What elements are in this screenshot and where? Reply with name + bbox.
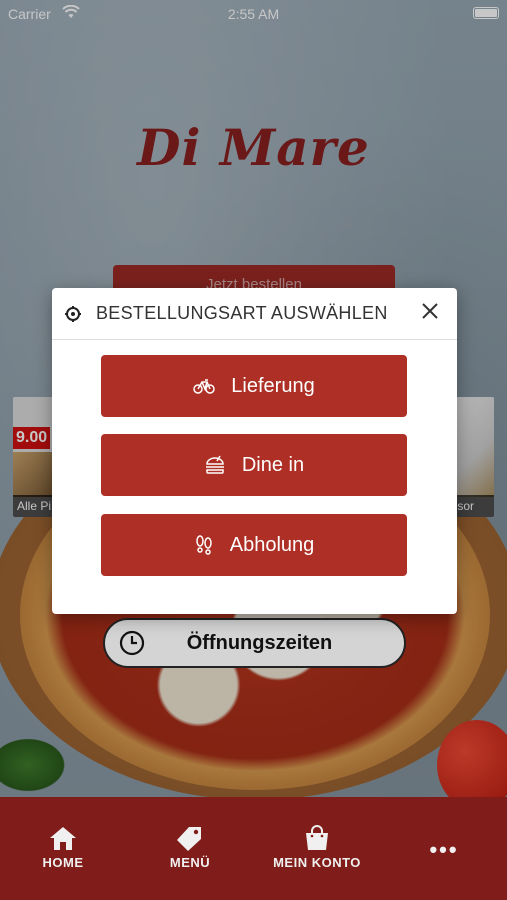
dialog-title: BESTELLUNGSART AUSWÄHLEN [96,303,388,323]
opening-hours-label: Öffnungszeiten [186,631,333,654]
pickup-option-label: Abholung [229,533,315,556]
footsteps-icon [195,535,212,555]
bicycle-icon [193,379,216,394]
tab-more[interactable]: ••• [389,837,499,863]
home-icon [50,827,76,850]
tag-icon [177,827,201,851]
delivery-option-label: Lieferung [231,374,315,397]
tab-label: MEIN KONTO [273,855,361,870]
dine-in-option-label: Dine in [241,453,305,476]
dialog-header: BESTELLUNGSART AUSWÄHLEN [52,288,457,340]
shopping-bag-icon [306,825,328,850]
bottom-tab-bar: HOME MENÜ MEIN KONTO ••• [0,797,507,900]
opening-hours-button[interactable]: Öffnungszeiten [103,618,406,668]
delivery-option-button[interactable]: Lieferung [101,355,407,417]
pickup-option-button[interactable]: Abholung [101,514,407,576]
close-icon[interactable] [419,300,441,322]
tab-home[interactable]: HOME [8,825,118,870]
more-icon: ••• [429,837,459,862]
clock-icon [119,630,145,656]
tab-menu[interactable]: MENÜ [135,825,245,870]
dine-in-option-button[interactable]: Dine in [101,434,407,496]
tab-label: MENÜ [169,855,211,870]
order-type-dialog: BESTELLUNGSART AUSWÄHLEN Lieferung Dine … [52,288,457,614]
tab-label: HOME [42,855,84,870]
burger-icon [205,455,224,474]
tab-account[interactable]: MEIN KONTO [262,825,372,870]
settings-icon [65,305,81,322]
